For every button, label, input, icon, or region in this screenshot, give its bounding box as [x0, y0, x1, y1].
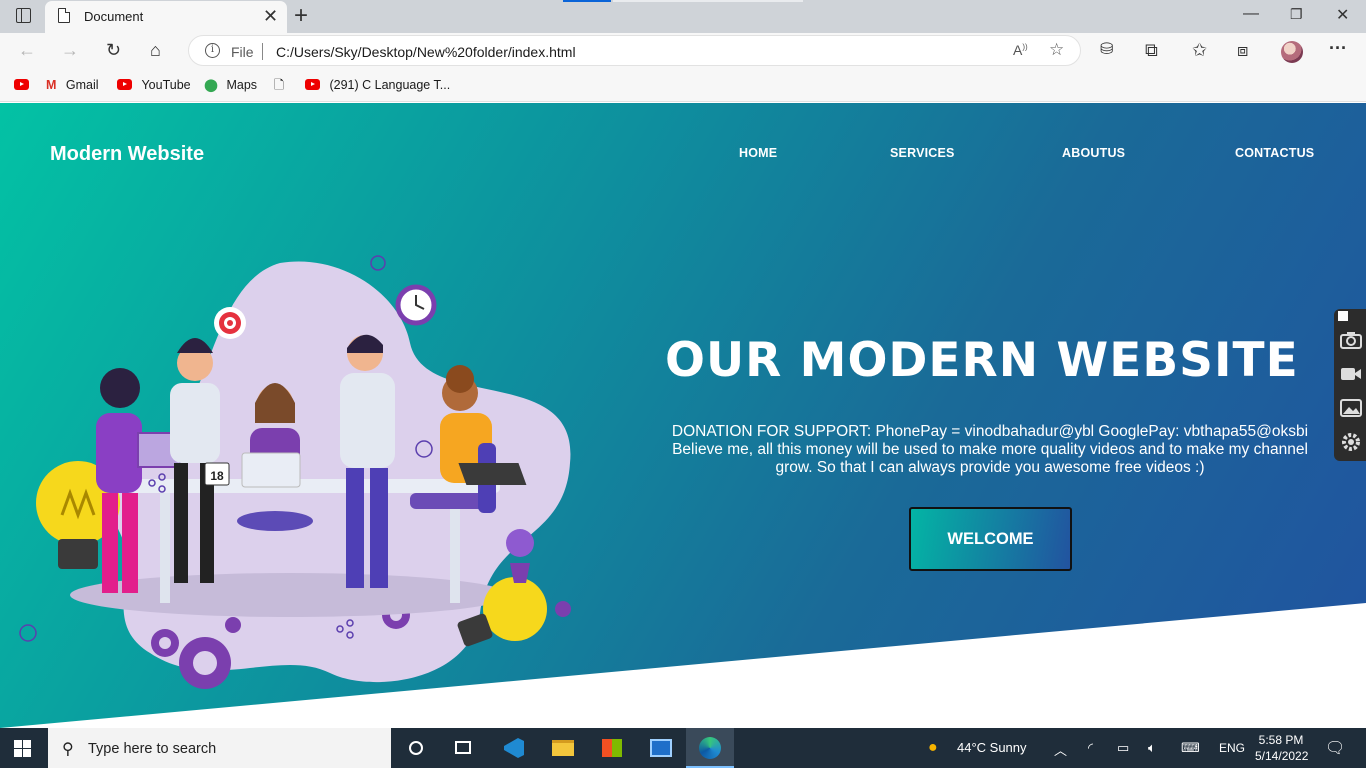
- browser-toolbar: ← → ↻ ⌂ i File C:/Users/Sky/Desktop/New%…: [0, 33, 1366, 69]
- restore-button[interactable]: ❐: [1290, 6, 1303, 23]
- tab-actions-icon[interactable]: [16, 8, 31, 23]
- floating-toolbar: [1334, 309, 1366, 461]
- bookmark-youtube[interactable]: YouTube: [117, 77, 191, 93]
- home-icon[interactable]: ⌂: [150, 40, 161, 60]
- calendar-date: 18: [210, 469, 224, 483]
- site-brand[interactable]: Modern Website: [50, 143, 204, 166]
- settings-icon[interactable]: [1340, 433, 1362, 451]
- collections-icon[interactable]: ⧈: [1237, 40, 1248, 60]
- more-icon[interactable]: ···: [1329, 38, 1347, 58]
- camera-icon[interactable]: [1340, 331, 1362, 349]
- youtube-icon: [117, 79, 132, 90]
- edge-browser-icon[interactable]: [686, 728, 734, 768]
- clock-icon: [395, 284, 437, 326]
- maps-pin-icon: ⬤: [204, 78, 218, 92]
- person-woman-left: [96, 368, 142, 593]
- hero-section: Modern Website HOME SERVICES ABOUTUS CON…: [0, 103, 1366, 728]
- volume-icon[interactable]: 🔈︎: [1148, 740, 1156, 756]
- search-placeholder: Type here to search: [88, 741, 217, 757]
- bookmark-label: Maps: [226, 78, 258, 92]
- battery-icon[interactable]: ▭: [1117, 740, 1129, 756]
- hero-title: OUR MODERN WEBSITE: [665, 333, 1299, 388]
- new-tab-button[interactable]: +: [294, 3, 308, 29]
- search-icon: ⚲: [62, 741, 74, 758]
- microsoft-store-icon[interactable]: [588, 728, 636, 768]
- bookmark-label: YouTube: [141, 78, 191, 92]
- notifications-icon[interactable]: 🗨︎: [1325, 738, 1345, 758]
- address-separator: [262, 43, 263, 60]
- tab-document[interactable]: Document ✕: [45, 1, 287, 33]
- laptop: [458, 463, 527, 485]
- task-view-icon[interactable]: [440, 728, 488, 768]
- document-icon: [58, 8, 70, 23]
- browser-tab-strip: Document ✕ + — ❐ ✕: [0, 0, 1366, 33]
- loading-track: [613, 0, 803, 2]
- hero-description: DONATION FOR SUPPORT: PhonePay = vinodba…: [671, 423, 1309, 476]
- vscode-icon[interactable]: [490, 728, 538, 768]
- network-icon[interactable]: ◜: [1088, 740, 1093, 756]
- keyboard-icon[interactable]: ⌨: [1181, 740, 1200, 756]
- weather-sun-icon[interactable]: ●: [928, 739, 938, 757]
- bookmarks-bar: M Gmail YouTube ⬤ Maps 🗋 (291) C Languag…: [0, 69, 1366, 102]
- gmail-icon: M: [46, 78, 57, 92]
- forward-icon[interactable]: →: [61, 40, 79, 60]
- nav-services[interactable]: SERVICES: [890, 146, 955, 160]
- bookmark-gmail[interactable]: M Gmail: [46, 77, 99, 93]
- windows-taskbar: ⚲ Type here to search ● 44°C Sunny ︿ ◜ ▭…: [0, 728, 1366, 768]
- refresh-icon[interactable]: ↻: [106, 40, 121, 60]
- tab-title: Document: [84, 9, 144, 24]
- read-aloud-icon[interactable]: A)): [1013, 42, 1028, 58]
- gallery-icon[interactable]: [1340, 399, 1362, 417]
- clock-date: 5/14/2022: [1255, 749, 1309, 763]
- extension-icon[interactable]: ⛁: [1100, 40, 1113, 60]
- target-icon: [214, 307, 246, 339]
- minimize-button[interactable]: —: [1243, 5, 1259, 23]
- pin-icon[interactable]: [1338, 311, 1348, 321]
- close-tab-icon[interactable]: ✕: [263, 6, 278, 26]
- bookmark-page-icon[interactable]: 🗋: [274, 77, 284, 93]
- nav-aboutus[interactable]: ABOUTUS: [1062, 146, 1125, 160]
- welcome-button[interactable]: WELCOME: [909, 507, 1072, 571]
- clock-time: 5:58 PM: [1258, 733, 1304, 747]
- address-protocol: File: [231, 44, 254, 60]
- tray-chevron-icon[interactable]: ︿: [1054, 740, 1067, 759]
- nav-home[interactable]: HOME: [739, 146, 777, 160]
- photos-app-icon[interactable]: [637, 728, 685, 768]
- clock[interactable]: 5:58 PM 5/14/2022: [1255, 732, 1309, 764]
- weather-text[interactable]: 44°C Sunny: [957, 740, 1027, 755]
- bookmark-maps[interactable]: ⬤ Maps: [204, 77, 257, 93]
- loading-indicator: [563, 0, 611, 2]
- web-page: Modern Website HOME SERVICES ABOUTUS CON…: [0, 103, 1366, 728]
- info-icon[interactable]: i: [205, 43, 220, 58]
- extensions-puzzle-icon[interactable]: ⧉: [1145, 40, 1158, 60]
- bookmark-c-language[interactable]: (291) C Language T...: [305, 77, 450, 93]
- address-url[interactable]: C:/Users/Sky/Desktop/New%20folder/index.…: [276, 44, 576, 60]
- add-favorite-icon[interactable]: ☆: [1049, 40, 1064, 60]
- team-illustration: 18: [19, 255, 571, 689]
- bookmark-label: Gmail: [65, 78, 99, 92]
- video-icon[interactable]: [1340, 365, 1362, 383]
- file-explorer-icon[interactable]: [539, 728, 587, 768]
- plant-icon: [506, 529, 534, 583]
- bookmark-label: (291) C Language T...: [329, 78, 451, 92]
- language-indicator[interactable]: ENG: [1219, 741, 1245, 755]
- youtube-icon: [305, 79, 320, 90]
- profile-avatar[interactable]: [1281, 41, 1303, 63]
- globe-icon: [19, 624, 37, 642]
- address-bar[interactable]: i File C:/Users/Sky/Desktop/New%20folder…: [188, 35, 1081, 66]
- youtube-bookmark-icon[interactable]: [14, 77, 29, 93]
- close-window-button[interactable]: ✕: [1336, 5, 1349, 25]
- back-icon[interactable]: ←: [18, 40, 36, 60]
- nav-contactus[interactable]: CONTACTUS: [1235, 146, 1314, 160]
- cortana-icon[interactable]: [392, 728, 440, 768]
- favorites-icon[interactable]: ✩: [1192, 40, 1207, 60]
- taskbar-search[interactable]: ⚲ Type here to search: [48, 728, 391, 768]
- windows-start-icon[interactable]: [14, 740, 32, 758]
- globe-icon: [370, 255, 386, 271]
